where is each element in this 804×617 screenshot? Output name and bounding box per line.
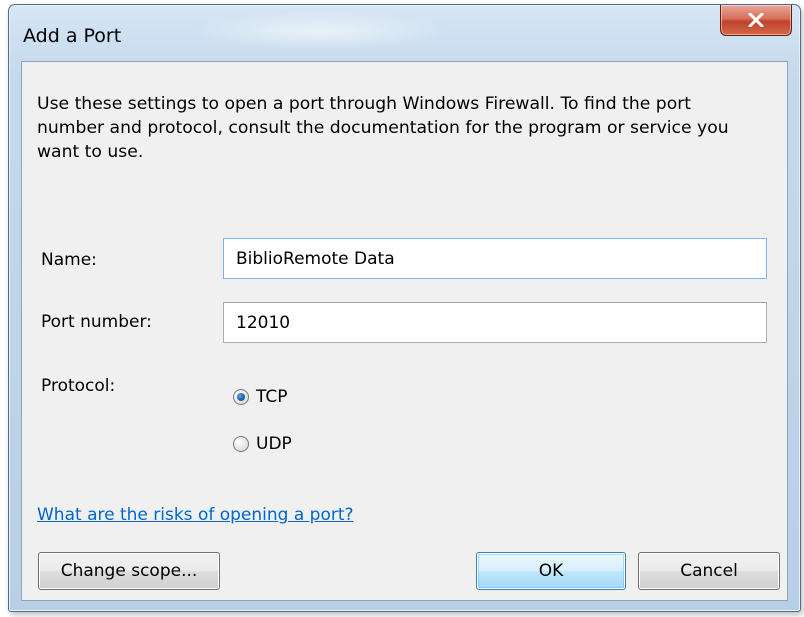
udp-radio[interactable] [233,436,249,452]
name-label: Name: [41,250,97,270]
protocol-option-udp[interactable]: UDP [233,432,292,456]
description-text: Use these settings to open a port throug… [37,94,729,162]
ok-button[interactable]: OK [476,552,626,590]
change-scope-button[interactable]: Change scope... [38,552,220,590]
dialog-window: Add a Port Use these settings to open a … [8,4,801,612]
cancel-button[interactable]: Cancel [638,552,780,590]
port-number-label: Port number: [41,312,152,332]
title-bar[interactable]: Add a Port [9,5,800,63]
risks-help-link[interactable]: What are the risks of opening a port? [37,505,354,525]
close-button[interactable] [720,5,792,36]
protocol-option-tcp[interactable]: TCP [233,385,288,409]
port-number-input[interactable] [223,302,767,343]
protocol-label: Protocol: [41,376,116,396]
tcp-label: TCP [256,387,288,407]
name-input[interactable] [223,238,767,279]
dialog-content: Use these settings to open a port throug… [21,61,788,601]
udp-label: UDP [256,434,292,454]
window-title: Add a Port [23,25,122,47]
close-x-icon [748,13,764,27]
tcp-radio[interactable] [233,389,249,405]
title-bar-glass [189,11,449,51]
